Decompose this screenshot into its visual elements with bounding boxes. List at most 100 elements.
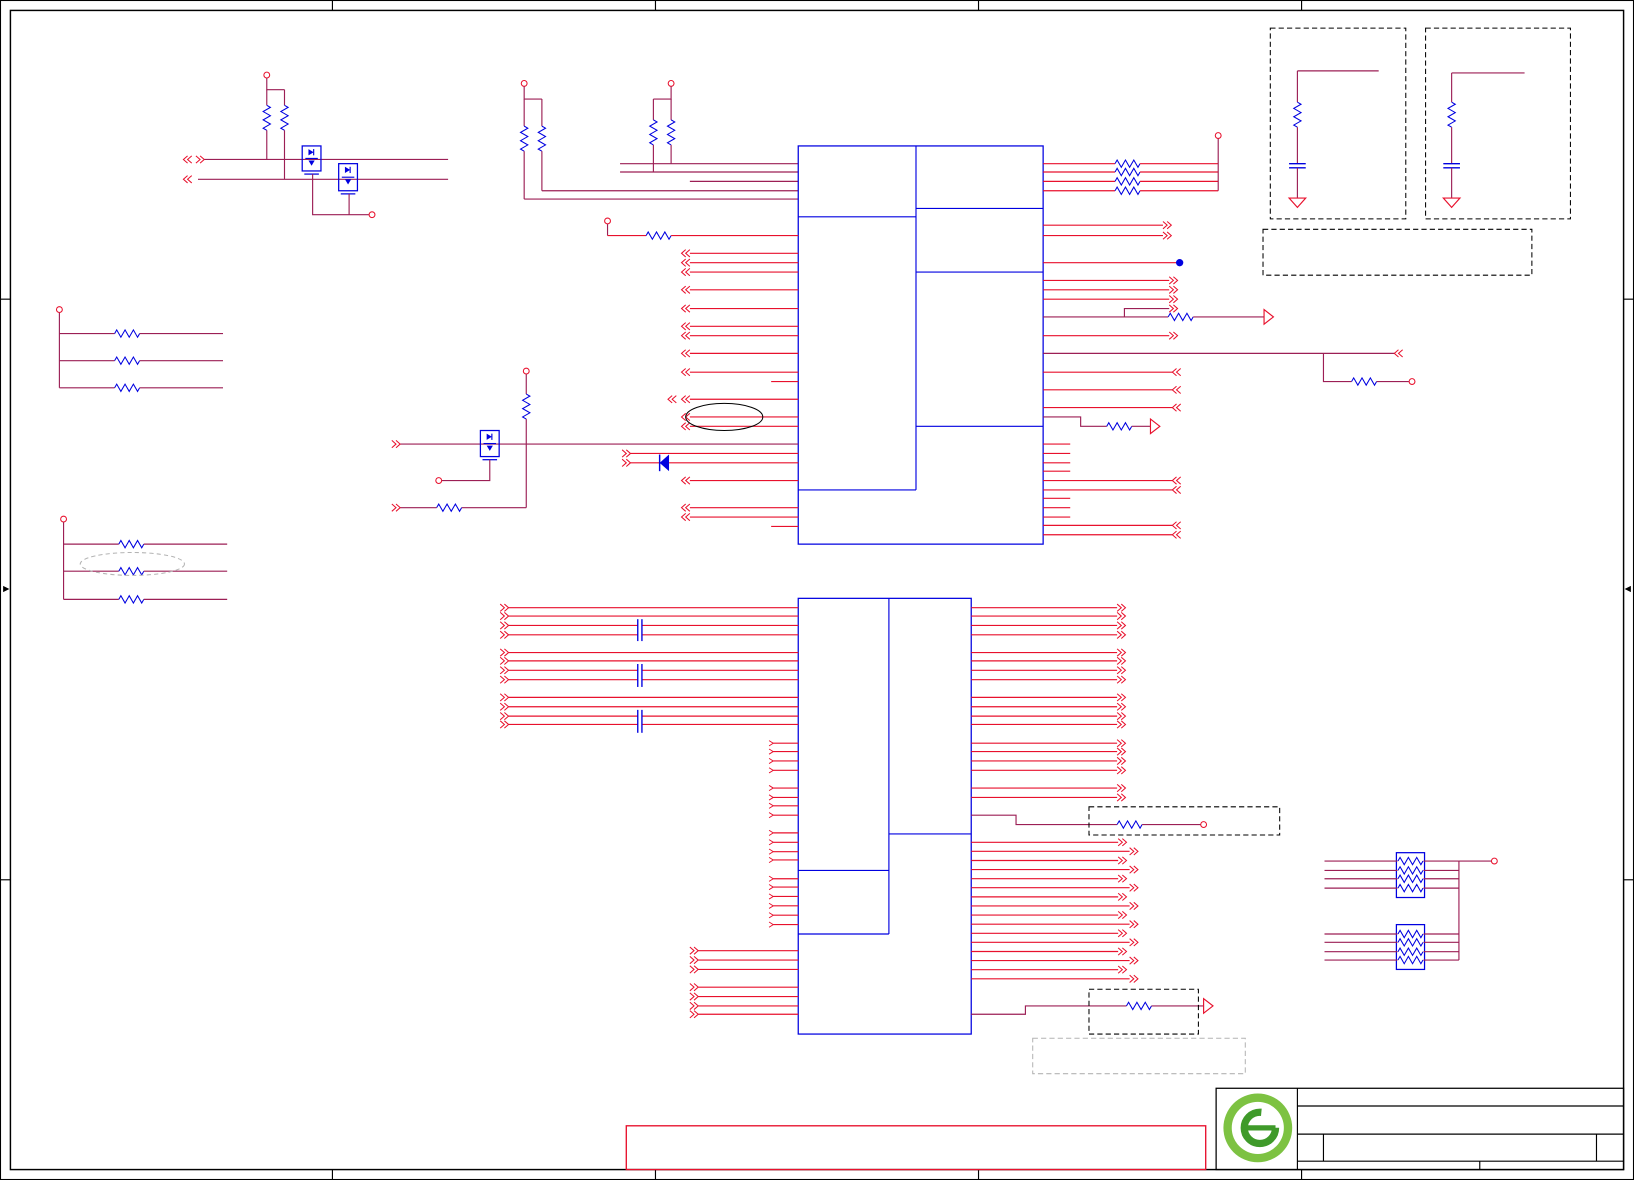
power-pin	[435, 477, 443, 484]
net-arrow	[1393, 349, 1403, 358]
net-arrow	[182, 155, 193, 164]
power-pin	[520, 79, 528, 87]
power-pin	[1490, 857, 1498, 865]
schematic-sheet	[0, 0, 1634, 1180]
net-arrow	[1117, 929, 1128, 938]
net-arrow	[768, 829, 775, 836]
net-arrow	[680, 503, 691, 512]
net-arrow	[768, 856, 775, 863]
net-arrow	[1171, 485, 1182, 494]
net-arrow	[1162, 221, 1173, 230]
net-arrow	[1168, 285, 1179, 294]
red-note-box	[625, 1125, 1207, 1171]
power-pin	[1408, 378, 1416, 385]
ground-symbol	[1442, 197, 1462, 209]
net-arrow	[768, 848, 775, 855]
net-arrow	[768, 767, 775, 774]
net-arrow	[1129, 974, 1139, 983]
highlight-ellipse-dashed	[79, 551, 185, 576]
net-arrow	[680, 249, 691, 258]
resistor	[1397, 947, 1424, 957]
net-arrow	[768, 785, 775, 792]
net-arrow	[499, 720, 510, 729]
resistor	[436, 502, 463, 513]
net-arrow	[768, 839, 775, 846]
net-arrow	[1117, 838, 1128, 847]
net-arrow	[768, 812, 775, 819]
mosfet-body-diode	[308, 149, 314, 156]
resistor	[1397, 937, 1424, 948]
net-arrow	[1171, 476, 1182, 485]
resistor	[1397, 883, 1424, 893]
company-logo-icon	[1223, 1093, 1293, 1163]
net-arrow	[1116, 756, 1127, 765]
resistor	[118, 594, 145, 605]
resistor	[114, 355, 141, 366]
ic1-diode-input	[621, 449, 799, 472]
mosfet-body-diode	[486, 433, 492, 440]
net-arrow	[768, 875, 775, 882]
power-pin	[1200, 821, 1208, 828]
net-arrow	[499, 648, 510, 657]
ic1-right-pins	[1043, 132, 1416, 539]
mosfet	[479, 429, 500, 461]
net-arrow	[768, 748, 775, 755]
net-arrow	[680, 349, 691, 358]
top-middle-pullups	[519, 79, 799, 200]
junction-dot	[1176, 259, 1184, 267]
wire	[441, 459, 491, 482]
net-arrow	[680, 258, 691, 267]
net-arrow	[1171, 530, 1182, 539]
net-arrow	[1116, 739, 1127, 748]
resistor	[1351, 376, 1378, 387]
net-arrow	[499, 612, 510, 621]
net-arrow	[1116, 648, 1127, 657]
net-arrow	[499, 675, 510, 684]
net-arrow	[1162, 231, 1173, 240]
power-pin	[55, 306, 63, 314]
resistor	[1397, 874, 1424, 884]
power-pin	[1214, 132, 1222, 139]
net-arrow	[1116, 603, 1127, 612]
zone-marker	[1624, 585, 1631, 593]
net-arrow	[768, 893, 775, 900]
net-arrow	[1116, 793, 1127, 802]
net-arrow	[768, 757, 775, 764]
net-arrow	[1129, 956, 1139, 965]
outer-border	[0, 0, 1634, 1180]
resistor	[1446, 101, 1457, 128]
net-arrow	[1168, 304, 1179, 313]
net-arrow	[1116, 675, 1127, 684]
resistor	[118, 566, 145, 576]
mosfet-arrow	[308, 160, 315, 166]
net-arrow	[680, 422, 691, 431]
net-arrow	[768, 884, 775, 891]
net-arrow	[1116, 702, 1127, 711]
off-page-connector	[1263, 308, 1275, 326]
net-arrow	[1168, 276, 1179, 285]
resistor	[279, 104, 290, 131]
wire	[1123, 307, 1170, 317]
net-arrow	[768, 802, 775, 809]
resistor	[1114, 167, 1141, 177]
resistor	[1116, 819, 1143, 830]
net-arrow	[667, 395, 677, 404]
resistor-arrays	[1324, 852, 1498, 971]
ic1-reset-circuit	[391, 367, 799, 513]
net-arrow	[499, 693, 510, 702]
net-arrow	[391, 503, 401, 512]
resistor	[521, 393, 531, 420]
net-arrow	[499, 603, 510, 612]
net-arrow	[1168, 295, 1179, 304]
resistor	[645, 230, 672, 241]
dashed-note-box	[1262, 228, 1533, 276]
net-arrow	[1129, 938, 1139, 947]
net-arrow	[1168, 331, 1179, 340]
diode	[659, 454, 670, 472]
resistor	[519, 125, 529, 152]
resistor	[1114, 176, 1141, 187]
net-arrow	[1116, 766, 1127, 775]
net-arrow	[1117, 874, 1128, 883]
net-arrow	[182, 175, 193, 184]
net-arrow	[1116, 784, 1127, 793]
